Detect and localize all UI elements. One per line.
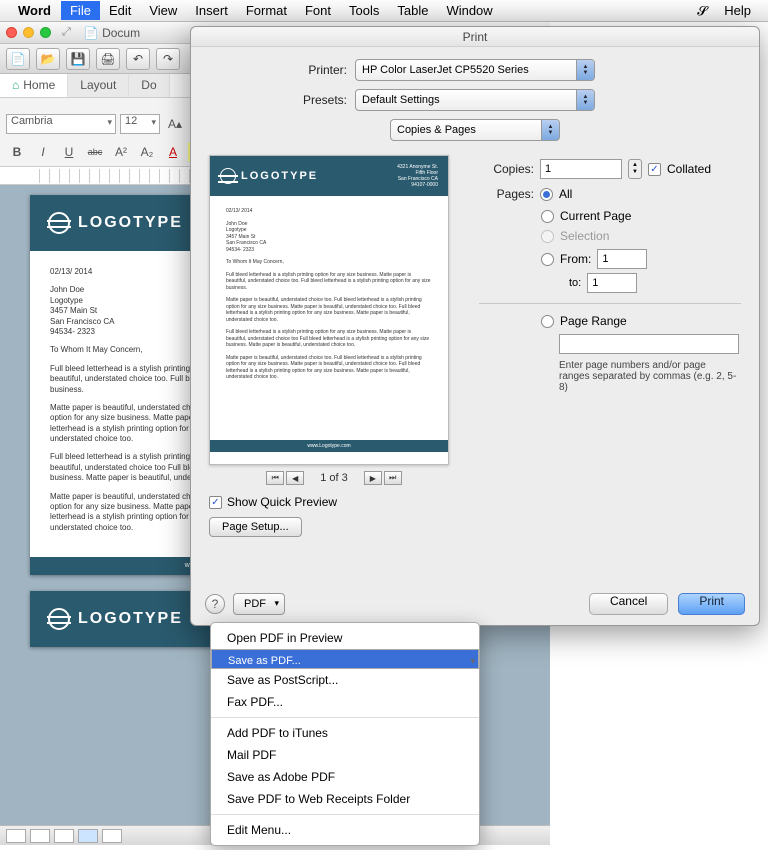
copies-field[interactable] — [540, 159, 622, 179]
tab-layout[interactable]: Layout — [68, 74, 129, 97]
print-section-select[interactable]: Copies & Pages▲▼ — [390, 119, 560, 141]
menu-item-save-as-postscript[interactable]: Save as PostScript... — [211, 669, 479, 691]
tab-home[interactable]: ⌂Home — [0, 74, 68, 97]
menu-item-add-to-itunes[interactable]: Add PDF to iTunes — [211, 722, 479, 744]
save-button[interactable]: 💾 — [66, 48, 90, 70]
print-dialog: Print Printer: HP Color LaserJet CP5520 … — [190, 26, 760, 626]
underline-button[interactable]: U — [58, 142, 80, 162]
menu-separator — [211, 717, 479, 718]
logo-icon — [220, 168, 236, 184]
help-button[interactable]: ? — [205, 594, 225, 614]
menu-item-open-pdf-preview[interactable]: Open PDF in Preview — [211, 627, 479, 649]
pages-selection-label: Selection — [560, 229, 609, 243]
page-setup-button[interactable]: Page Setup... — [209, 517, 302, 537]
view-publishing-button[interactable] — [54, 829, 74, 843]
pages-current-label: Current Page — [560, 209, 631, 223]
collated-label: Collated — [667, 162, 711, 176]
menu-insert[interactable]: Insert — [186, 1, 237, 20]
first-page-button[interactable]: ⏮ — [266, 471, 284, 485]
page-range-hint: Enter page numbers and/or page ranges se… — [559, 360, 739, 393]
menu-item-save-web-receipts[interactable]: Save PDF to Web Receipts Folder — [211, 788, 479, 810]
logo-text: LOGOTYPE — [78, 214, 183, 232]
pages-label: Pages: — [479, 187, 534, 201]
cancel-button[interactable]: Cancel — [589, 593, 668, 615]
subscript-button[interactable]: A₂ — [136, 142, 158, 162]
page-range-field[interactable] — [559, 334, 739, 354]
superscript-button[interactable]: A² — [110, 142, 132, 162]
strikethrough-button[interactable]: abc — [84, 142, 106, 162]
pages-all-label: All — [559, 187, 572, 201]
menu-view[interactable]: View — [140, 1, 186, 20]
prev-page-button[interactable]: ◀ — [286, 471, 304, 485]
pdf-dropdown-button[interactable]: PDF — [233, 593, 285, 615]
menu-font[interactable]: Font — [296, 1, 340, 20]
font-size-select[interactable]: 12 — [120, 114, 160, 134]
bold-button[interactable]: B — [6, 142, 28, 162]
tab-document[interactable]: Do — [129, 74, 169, 97]
print-preview: LOGOTYPE 4321 Anonyme St. Fifth Floor Sa… — [209, 155, 449, 465]
printer-label: Printer: — [209, 63, 347, 77]
font-color-button[interactable]: A — [162, 142, 184, 162]
open-button[interactable]: 📂 — [36, 48, 60, 70]
copies-label: Copies: — [479, 162, 534, 176]
dialog-title: Print — [191, 27, 759, 47]
presets-label: Presets: — [209, 93, 347, 107]
collated-checkbox[interactable]: ✓ — [648, 163, 661, 176]
menu-window[interactable]: Window — [437, 1, 501, 20]
show-preview-checkbox[interactable]: ✓ — [209, 496, 222, 509]
pages-all-radio[interactable] — [540, 188, 553, 201]
header-address: 4321 Anonyme St. Fifth Floor San Francis… — [397, 164, 438, 188]
printer-select[interactable]: HP Color LaserJet CP5520 Series▲▼ — [355, 59, 595, 81]
presets-select[interactable]: Default Settings▲▼ — [355, 89, 595, 111]
pages-from-radio[interactable] — [541, 253, 554, 266]
menu-tools[interactable]: Tools — [340, 1, 388, 20]
next-page-button[interactable]: ▶ — [364, 471, 382, 485]
font-family-select[interactable]: Cambria — [6, 114, 116, 134]
pages-from-field[interactable] — [597, 249, 647, 269]
pages-from-label: From: — [560, 252, 591, 266]
menu-format[interactable]: Format — [237, 1, 296, 20]
view-notebook-button[interactable] — [78, 829, 98, 843]
print-button[interactable]: 🖨 — [96, 48, 120, 70]
minimize-window-button[interactable] — [23, 27, 34, 38]
pages-to-field[interactable] — [587, 273, 637, 293]
pdf-dropdown-menu: Open PDF in Preview Save as PDF... Save … — [210, 622, 480, 846]
pages-selection-radio — [541, 230, 554, 243]
logo-icon — [48, 212, 70, 234]
page-range-radio[interactable] — [541, 315, 554, 328]
document-title: 📄 Docum — [84, 26, 140, 40]
pages-current-radio[interactable] — [541, 210, 554, 223]
show-preview-label: Show Quick Preview — [227, 495, 337, 509]
close-window-button[interactable] — [6, 27, 17, 38]
fullscreen-icon[interactable]: ⤢ — [62, 26, 71, 39]
undo-button[interactable]: ↶ — [126, 48, 150, 70]
menu-item-edit-menu[interactable]: Edit Menu... — [211, 819, 479, 841]
new-doc-button[interactable]: 📄 — [6, 48, 30, 70]
menu-help[interactable]: Help — [715, 1, 760, 20]
last-page-button[interactable]: ⏭ — [384, 471, 402, 485]
grow-font-button[interactable]: A▴ — [164, 114, 186, 134]
zoom-window-button[interactable] — [40, 27, 51, 38]
mac-menubar: Word File Edit View Insert Format Font T… — [0, 0, 768, 22]
menu-table[interactable]: Table — [388, 1, 437, 20]
copies-stepper[interactable]: ▲▼ — [628, 159, 642, 179]
menu-file[interactable]: File — [61, 1, 100, 20]
menu-item-save-as-pdf[interactable]: Save as PDF... — [211, 649, 479, 669]
page-range-label: Page Range — [560, 314, 627, 328]
redo-button[interactable]: ↷ — [156, 48, 180, 70]
menu-separator — [211, 814, 479, 815]
menu-item-fax-pdf[interactable]: Fax PDF... — [211, 691, 479, 713]
view-focus-button[interactable] — [102, 829, 122, 843]
script-menu-icon[interactable]: 𝓢 — [697, 3, 707, 19]
print-button[interactable]: Print — [678, 593, 745, 615]
view-print-layout-button[interactable] — [6, 829, 26, 843]
menu-item-mail-pdf[interactable]: Mail PDF — [211, 744, 479, 766]
app-name[interactable]: Word — [18, 3, 51, 18]
italic-button[interactable]: I — [32, 142, 54, 162]
pages-to-label: to: — [569, 277, 581, 289]
menu-edit[interactable]: Edit — [100, 1, 140, 20]
menu-item-save-adobe-pdf[interactable]: Save as Adobe PDF — [211, 766, 479, 788]
page-indicator: 1 of 3 — [320, 472, 348, 484]
view-outline-button[interactable] — [30, 829, 50, 843]
